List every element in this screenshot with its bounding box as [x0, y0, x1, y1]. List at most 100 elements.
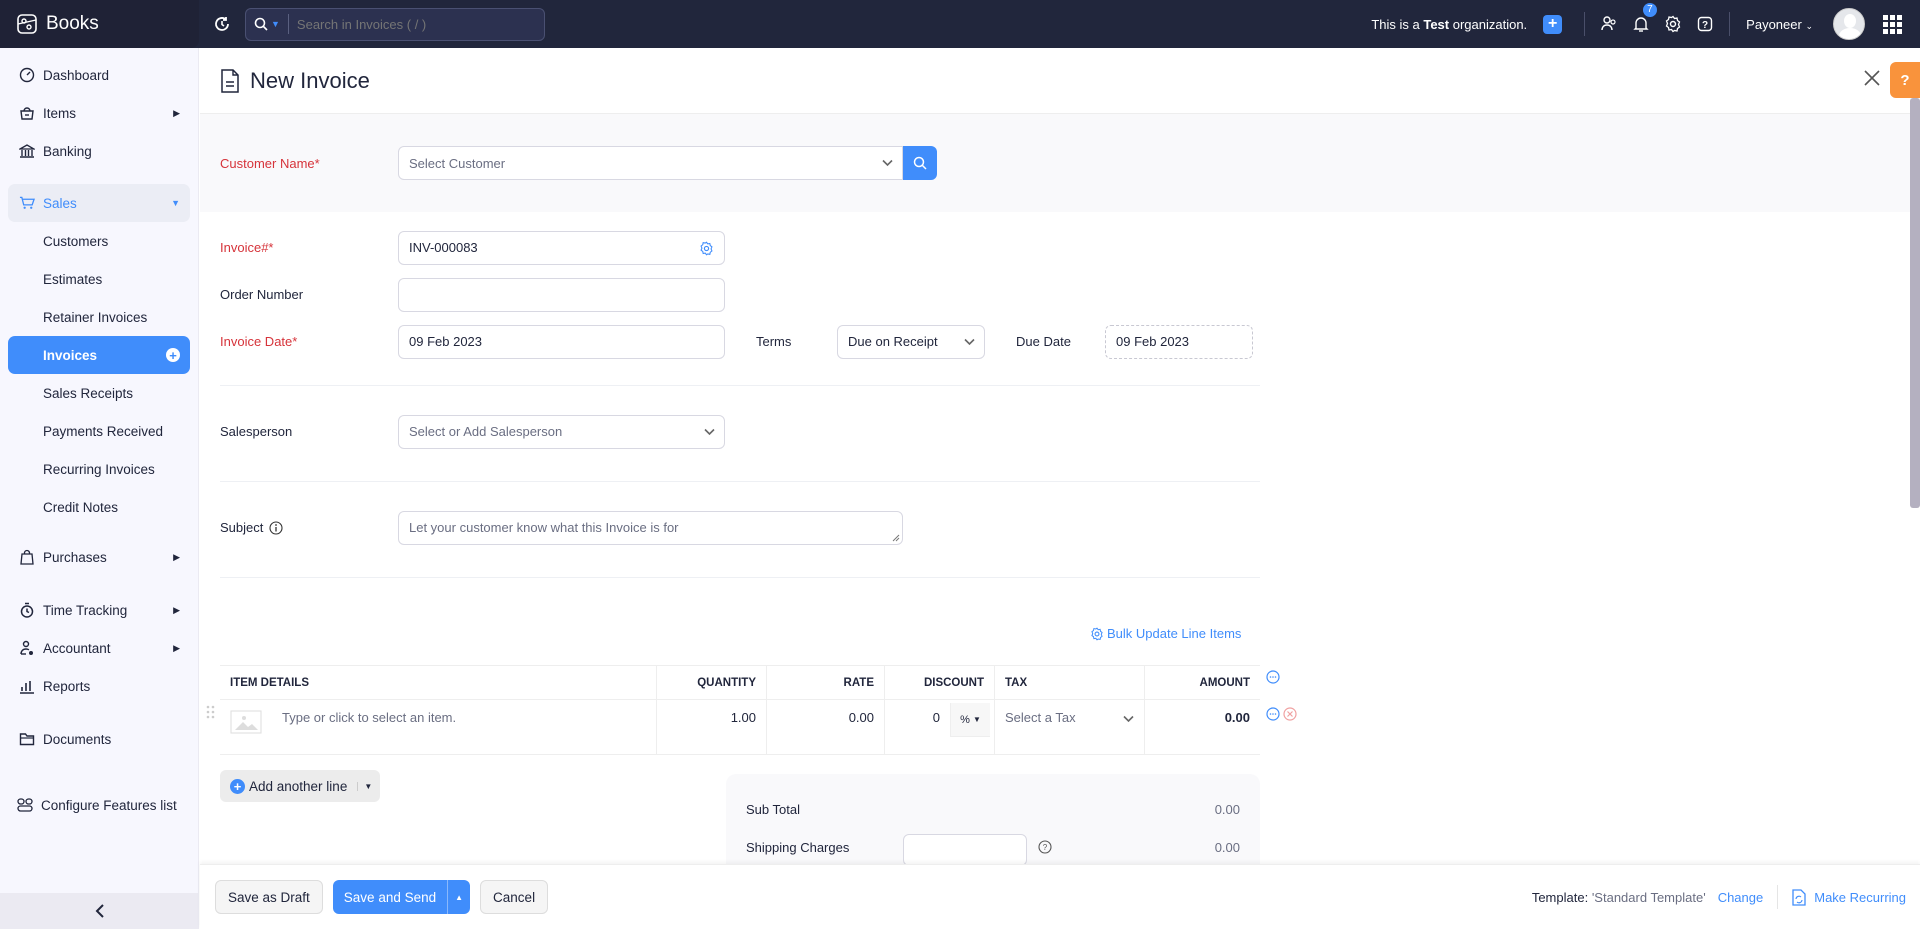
- sidebar-subitem-sales-receipts[interactable]: Sales Receipts: [8, 374, 190, 412]
- sidebar-subitem-label: Credit Notes: [43, 499, 119, 515]
- terms-select[interactable]: Due on Receipt: [837, 324, 985, 359]
- user-avatar[interactable]: [1833, 8, 1865, 40]
- salesperson-select[interactable]: Select or Add Salesperson: [398, 414, 725, 449]
- brand-logo[interactable]: Books: [0, 0, 199, 48]
- customer-placeholder: Select Customer: [409, 155, 506, 171]
- subject-row: Subject Let your customer know what this…: [200, 504, 1920, 551]
- save-send-dropdown[interactable]: ▲: [447, 880, 470, 914]
- page-scrollbar[interactable]: [1910, 98, 1920, 508]
- customer-search-button[interactable]: [903, 146, 937, 180]
- subject-textarea[interactable]: Let your customer know what this Invoice…: [398, 510, 903, 545]
- subject-label-group: Subject: [220, 520, 398, 535]
- discount-input[interactable]: 0: [885, 700, 950, 725]
- sidebar-subitem-label: Retainer Invoices: [43, 309, 148, 325]
- sidebar-subitem-payments-received[interactable]: Payments Received: [8, 412, 190, 450]
- save-draft-button[interactable]: Save as Draft: [215, 880, 323, 914]
- sidebar-subitem-recurring-invoices[interactable]: Recurring Invoices: [8, 450, 190, 488]
- sidebar-item-time-tracking[interactable]: Time Tracking ▶: [8, 591, 190, 629]
- order-number-label: Order Number: [220, 287, 304, 302]
- column-options-icon[interactable]: [1266, 670, 1280, 684]
- referral-button[interactable]: [1593, 15, 1625, 33]
- add-another-line-button[interactable]: + Add another line ▼: [220, 770, 381, 802]
- invoice-date-input[interactable]: 09 Feb 2023: [398, 324, 725, 359]
- change-template-link[interactable]: Change: [1718, 890, 1764, 905]
- sidebar-subitem-invoices[interactable]: Invoices +: [8, 336, 190, 374]
- sidebar-item-sales[interactable]: Sales ▼: [8, 184, 190, 222]
- tax-select[interactable]: Select a Tax: [995, 700, 1145, 754]
- chevron-down-icon: ▼: [271, 19, 280, 29]
- close-button[interactable]: [1864, 70, 1880, 89]
- help-circle-icon[interactable]: ?: [1038, 840, 1052, 854]
- item-details-cell[interactable]: Type or click to select an item.: [220, 700, 657, 754]
- collapse-sidebar-button[interactable]: [0, 893, 199, 929]
- add-invoice-icon[interactable]: +: [166, 348, 180, 363]
- sidebar-item-dashboard[interactable]: Dashboard: [8, 56, 190, 94]
- table-header: ITEM DETAILS QUANTITY RATE DISCOUNT TAX …: [220, 665, 1260, 700]
- remove-row-icon[interactable]: [1283, 707, 1297, 721]
- shipping-input[interactable]: [903, 834, 1027, 866]
- discount-unit-dropdown[interactable]: % ▼: [950, 703, 990, 737]
- search-input[interactable]: [296, 16, 537, 32]
- sidebar-item-documents[interactable]: Documents: [8, 720, 190, 758]
- gear-icon[interactable]: [699, 241, 714, 256]
- recent-history-button[interactable]: [213, 15, 231, 33]
- save-send-button[interactable]: Save and Send: [333, 890, 447, 905]
- customer-select[interactable]: Select Customer: [398, 146, 903, 180]
- salesperson-placeholder: Select or Add Salesperson: [409, 424, 563, 439]
- sidebar-item-label: Documents: [43, 731, 112, 747]
- divider: [1584, 12, 1586, 36]
- sidebar-subitem-label: Payments Received: [43, 423, 164, 439]
- invoice-number-input[interactable]: INV-000083: [398, 230, 725, 265]
- form-footer: Save as Draft Save and Send ▲ Cancel Tem…: [200, 864, 1920, 929]
- sidebar-item-configure-features[interactable]: Configure Features list: [8, 786, 190, 824]
- tax-placeholder: Select a Tax: [1005, 710, 1076, 725]
- sidebar-item-accountant[interactable]: Accountant ▶: [8, 629, 190, 667]
- help-button[interactable]: ?: [1689, 16, 1721, 32]
- sidebar-subitem-retainer-invoices[interactable]: Retainer Invoices: [8, 298, 190, 336]
- sidebar-subitem-customers[interactable]: Customers: [8, 222, 190, 260]
- main-content: New Invoice ? Customer Name* Select Cust…: [200, 48, 1920, 929]
- stopwatch-icon: [19, 602, 35, 618]
- add-line-label: Add another line: [249, 778, 348, 794]
- sidebar-item-items[interactable]: Items ▶: [8, 94, 190, 132]
- due-date-input[interactable]: 09 Feb 2023: [1105, 324, 1253, 359]
- notifications-button[interactable]: 7: [1625, 3, 1657, 33]
- sidebar-subitem-estimates[interactable]: Estimates: [8, 260, 190, 298]
- cart-icon: [19, 195, 35, 211]
- search-icon: [913, 156, 927, 170]
- order-number-input[interactable]: [398, 277, 725, 312]
- settings-button[interactable]: [1657, 15, 1689, 33]
- bulk-update-button[interactable]: Bulk Update Line Items: [1090, 626, 1241, 641]
- help-tab-button[interactable]: ?: [1890, 62, 1920, 98]
- rate-cell[interactable]: 0.00: [767, 700, 885, 754]
- image-placeholder-icon[interactable]: [230, 710, 262, 734]
- save-send-group: Save and Send ▲: [332, 880, 471, 914]
- top-bar: Books ▼ This is a Test organization. + 7…: [0, 0, 1920, 48]
- sidebar-item-purchases[interactable]: Purchases ▶: [8, 538, 190, 576]
- add-line-dropdown[interactable]: ▼: [357, 781, 372, 791]
- info-icon[interactable]: [269, 520, 283, 535]
- quick-create-button[interactable]: +: [1543, 14, 1563, 34]
- search-scope-dropdown[interactable]: ▼: [254, 14, 289, 34]
- due-date-label: Due Date: [1016, 334, 1071, 349]
- sidebar-subitem-label: Recurring Invoices: [43, 461, 155, 477]
- make-recurring-button[interactable]: Make Recurring: [1792, 888, 1906, 906]
- subtotal-value: 0.00: [1214, 801, 1240, 817]
- apps-grid-icon[interactable]: [1883, 14, 1902, 34]
- sidebar-subitem-credit-notes[interactable]: Credit Notes: [8, 488, 190, 526]
- resize-handle-icon[interactable]: [892, 534, 900, 542]
- col-amount: AMOUNT: [1199, 676, 1250, 689]
- sidebar-item-banking[interactable]: Banking: [8, 132, 190, 170]
- org-prefix: This is a: [1371, 16, 1424, 32]
- org-switcher[interactable]: Payoneer ⌄: [1746, 17, 1813, 32]
- bulk-update-label: Bulk Update Line Items: [1107, 626, 1242, 641]
- sidebar-item-reports[interactable]: Reports: [8, 667, 190, 705]
- drag-handle-icon[interactable]: [206, 704, 216, 720]
- global-search: ▼: [245, 7, 545, 41]
- row-options-icon[interactable]: [1266, 707, 1280, 721]
- cancel-button[interactable]: Cancel: [480, 880, 549, 914]
- salesperson-label: Salesperson: [220, 424, 293, 439]
- chevron-down-icon: [704, 428, 715, 435]
- quantity-cell[interactable]: 1.00: [657, 700, 767, 754]
- subtotal-row: Sub Total 0.00: [746, 774, 1240, 832]
